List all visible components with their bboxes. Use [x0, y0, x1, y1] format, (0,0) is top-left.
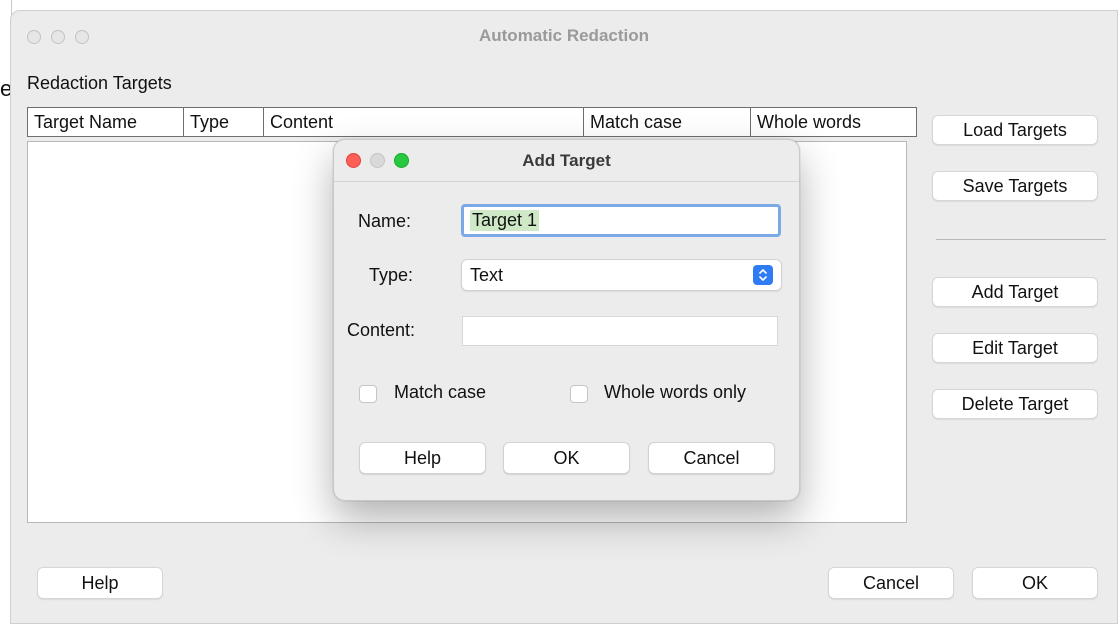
type-select-value: Text [470, 264, 504, 285]
window-controls [27, 30, 89, 44]
ok-button[interactable]: OK [972, 567, 1098, 599]
edit-target-button[interactable]: Edit Target [932, 333, 1098, 363]
zoom-dialog-icon[interactable] [394, 153, 409, 168]
type-select[interactable]: Text [461, 259, 782, 291]
zoom-window-icon[interactable] [75, 30, 89, 44]
column-header-match-case[interactable]: Match case [584, 108, 751, 136]
add-target-button[interactable]: Add Target [932, 277, 1098, 307]
column-header-target-name[interactable]: Target Name [28, 108, 184, 136]
minimize-dialog-icon[interactable] [370, 153, 385, 168]
cancel-button[interactable]: Cancel [828, 567, 954, 599]
column-header-whole-words[interactable]: Whole words [751, 108, 916, 136]
content-label: Content: [347, 320, 416, 340]
dialog-ok-button[interactable]: OK [503, 442, 630, 474]
dialog-title: Add Target [522, 150, 611, 170]
close-dialog-icon[interactable] [346, 153, 361, 168]
dialog-help-button[interactable]: Help [359, 442, 486, 474]
name-input-value: Target 1 [470, 210, 540, 231]
side-button-separator [936, 239, 1106, 240]
dialog-cancel-button[interactable]: Cancel [648, 442, 775, 474]
minimize-window-icon[interactable] [51, 30, 65, 44]
name-label: Name: [358, 211, 412, 231]
redaction-targets-label: Redaction Targets [27, 73, 172, 93]
targets-table-header: Target Name Type Content Match case Whol… [27, 107, 917, 137]
dialog-window-controls [346, 153, 409, 168]
window-title: Automatic Redaction [478, 26, 650, 45]
help-button[interactable]: Help [37, 567, 163, 599]
add-target-dialog: Add Target Name: Target 1 Type: Text Con… [333, 139, 800, 501]
close-window-icon[interactable] [27, 30, 41, 44]
up-down-chevrons-icon [753, 265, 773, 285]
delete-target-button[interactable]: Delete Target [932, 389, 1098, 419]
type-label: Type: [369, 265, 414, 285]
match-case-checkbox[interactable] [359, 385, 377, 403]
dialog-titlebar[interactable]: Add Target [334, 140, 799, 182]
window-titlebar[interactable]: Automatic Redaction [11, 11, 1117, 61]
content-input[interactable] [462, 316, 778, 346]
save-targets-button[interactable]: Save Targets [932, 171, 1098, 201]
column-header-content[interactable]: Content [264, 108, 584, 136]
whole-words-checkbox[interactable] [570, 385, 588, 403]
load-targets-button[interactable]: Load Targets [932, 115, 1098, 145]
column-header-type[interactable]: Type [184, 108, 264, 136]
whole-words-label[interactable]: Whole words only [604, 382, 746, 403]
name-input[interactable]: Target 1 [461, 204, 781, 237]
match-case-label[interactable]: Match case [394, 382, 486, 403]
